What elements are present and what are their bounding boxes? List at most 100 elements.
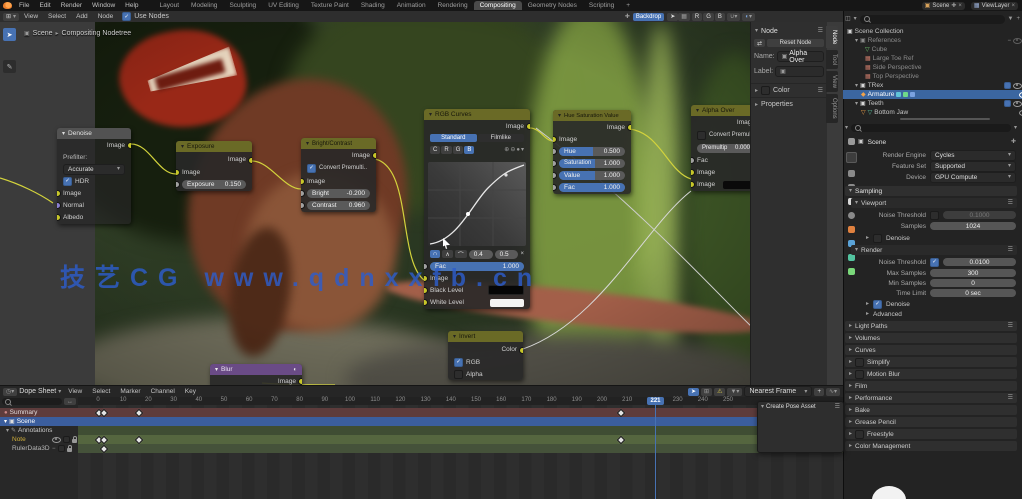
bright-field[interactable]: Bright -0.200 — [301, 187, 376, 199]
node-socket[interactable] — [553, 184, 557, 191]
workspace-tab[interactable]: Layout — [154, 1, 186, 10]
playhead-line[interactable] — [655, 397, 656, 499]
render-noise-value[interactable]: 0.0100 — [943, 258, 1016, 266]
outliner-row-side-perspective[interactable]: ▦ Side Perspective — [843, 63, 1022, 72]
channel-summary[interactable]: ● Summary — [4, 409, 37, 416]
menu-icon[interactable]: ☰ — [818, 28, 823, 34]
node-hue-saturation-value[interactable]: ▾ Hue Saturation Value Image Image Hue 0.5… — [553, 110, 631, 194]
collapse-icon[interactable]: ▾ — [215, 367, 218, 373]
node-section-header[interactable]: ▾ Node ☰ — [751, 25, 827, 37]
collapse-icon[interactable]: ▾ — [62, 131, 65, 137]
topbar-menu[interactable]: Render — [56, 2, 87, 9]
section-volumes[interactable]: ▸ Volumes — [845, 333, 1017, 343]
summary-track[interactable] — [0, 408, 843, 417]
viewport-noise-value[interactable]: 0.1000 — [943, 211, 1016, 219]
node-rgb-curves[interactable]: ▾ RGB Curves Image Standard Filmlike C R … — [424, 109, 530, 309]
section-light-paths[interactable]: ▸ Light Paths ☰ — [845, 321, 1017, 331]
hide-icon[interactable] — [52, 436, 61, 443]
premultiply-checkbox[interactable]: ✓ — [307, 163, 316, 173]
properties-search-input[interactable] — [851, 123, 1011, 132]
topbar-menu[interactable]: Edit — [34, 2, 55, 9]
render-engine-dropdown[interactable]: Cycles ▾ — [930, 149, 1016, 161]
channel-scene[interactable]: ▾ ▣ Scene — [4, 418, 35, 425]
chevron-down-icon[interactable]: ▾ — [521, 147, 524, 153]
show-hidden-button[interactable]: ⊞ — [701, 387, 713, 396]
reset-node-button[interactable]: Reset Node — [767, 39, 824, 47]
node-editor-menu[interactable]: Add — [71, 13, 93, 20]
rgb-channel-button[interactable]: G — [703, 12, 714, 21]
channel-c-button[interactable]: C — [430, 146, 441, 154]
node-label-field[interactable]: ▣ — [775, 66, 824, 77]
overlays-dropdown[interactable]: ◐ ▾ — [742, 12, 755, 21]
viewlayer-selector[interactable]: ▦ ViewLayer × — [970, 1, 1018, 10]
expand-icon[interactable]: ▾ — [855, 38, 858, 44]
chevron-down-icon[interactable]: ▾ — [845, 125, 848, 131]
denoise-output-image[interactable]: Image — [57, 139, 131, 151]
denoise-checkbox[interactable]: ✓ — [873, 299, 883, 309]
simplify-checkbox[interactable] — [855, 357, 865, 367]
tab-filmlike[interactable]: Filmlike — [477, 134, 524, 142]
curves-input-image[interactable]: Image — [424, 272, 530, 284]
node-socket[interactable] — [57, 190, 61, 197]
section-grease-pencil[interactable]: ▸ Grease Pencil — [845, 417, 1017, 427]
collapse-icon[interactable]: ▾ — [453, 334, 456, 340]
exposure-input-image[interactable]: Image — [176, 166, 252, 178]
node-exposure[interactable]: ▾ Exposure Image Image Exposure 0.150 — [176, 141, 252, 191]
workspace-tab[interactable]: + — [620, 1, 636, 10]
hdr-toggle[interactable]: ✓ HDR — [57, 175, 131, 187]
node-socket[interactable] — [424, 299, 428, 306]
pin-icon[interactable]: ✚ — [1011, 139, 1016, 145]
node-socket[interactable] — [627, 124, 631, 131]
editor-type-dropdown[interactable]: ◷ ▾ — [3, 387, 18, 396]
node-socket[interactable] — [301, 190, 305, 197]
motion-blur-checkbox[interactable] — [855, 369, 865, 379]
outliner-row-teeth[interactable]: ▾ ▣ Teeth — [843, 99, 1022, 108]
node-socket[interactable] — [298, 378, 302, 385]
feature-set-dropdown[interactable]: Supported ▾ — [930, 160, 1016, 172]
workspace-tab[interactable]: Shading — [355, 1, 391, 10]
show-errors-button[interactable]: ⚠ — [714, 387, 726, 396]
tab-tool[interactable]: Tool — [826, 50, 838, 70]
denoise-input-normal[interactable]: Normal — [57, 199, 131, 211]
rgb-checkbox[interactable]: ✓ — [454, 357, 463, 367]
handle-auto-button[interactable]: ∩ — [430, 250, 441, 258]
workspace-tab[interactable]: Compositing — [473, 1, 522, 10]
workspace-tab[interactable]: Rendering — [432, 1, 474, 10]
tab-standard[interactable]: Standard — [430, 134, 477, 142]
outliner-row-bottom-jaw[interactable]: ▽ ▽ Bottom Jaw — [843, 108, 1022, 117]
device-dropdown[interactable]: GPU Compute ▾ — [930, 171, 1016, 183]
node-socket[interactable] — [553, 136, 557, 143]
rgb-channel-button[interactable]: B — [714, 12, 725, 21]
tab-node[interactable]: Node — [826, 26, 838, 49]
prefilter-dropdown[interactable]: Accurate ▾ — [57, 163, 131, 175]
node-socket[interactable] — [176, 169, 180, 176]
filter-icon[interactable]: ▾ — [1014, 125, 1017, 131]
dope-sheet-menu[interactable]: Select — [87, 388, 115, 395]
section-bake[interactable]: ▸ Bake — [845, 405, 1017, 415]
min-samples-value[interactable]: 0 — [930, 279, 1016, 287]
outliner-row-references[interactable]: ▾ ▣ References − — [843, 36, 1022, 45]
close-icon[interactable]: × — [958, 3, 962, 9]
collapse-icon[interactable]: ▾ — [429, 112, 432, 118]
dope-sheet-menu[interactable]: Key — [180, 388, 201, 395]
value-slider[interactable]: Value 1.000 — [553, 169, 631, 181]
menu-icon[interactable]: ☰ — [818, 88, 823, 94]
rgb-channel-button[interactable]: R — [691, 12, 703, 21]
handle-vector-button[interactable]: ∧ — [442, 250, 453, 258]
section-film[interactable]: ▸ Film — [845, 381, 1017, 391]
outliner-row-armature[interactable]: ◆ Armature — [843, 90, 1022, 99]
white-level-swatch[interactable] — [490, 298, 524, 307]
filter-dropdown[interactable]: ▼ ▾ — [727, 387, 743, 396]
invert-output-color[interactable]: Color — [448, 342, 523, 356]
note-track[interactable] — [78, 435, 843, 444]
workspace-tab[interactable]: Modeling — [185, 1, 223, 10]
outliner-row-cube[interactable]: ▽ Cube — [843, 45, 1022, 54]
expand-icon[interactable]: ▾ — [855, 101, 858, 107]
viewport-samples-value[interactable]: 1024 — [930, 222, 1016, 230]
expand-icon[interactable]: ▾ — [855, 83, 858, 89]
duplicate-node-icon[interactable]: ⇄ — [754, 39, 766, 47]
channel-b-button[interactable]: B — [464, 146, 475, 154]
render-subsection[interactable]: ▾ Render ☰ — [851, 245, 1017, 255]
channel-search-input[interactable] — [2, 398, 62, 405]
sampling-section[interactable]: ▾ Sampling — [845, 186, 1017, 196]
